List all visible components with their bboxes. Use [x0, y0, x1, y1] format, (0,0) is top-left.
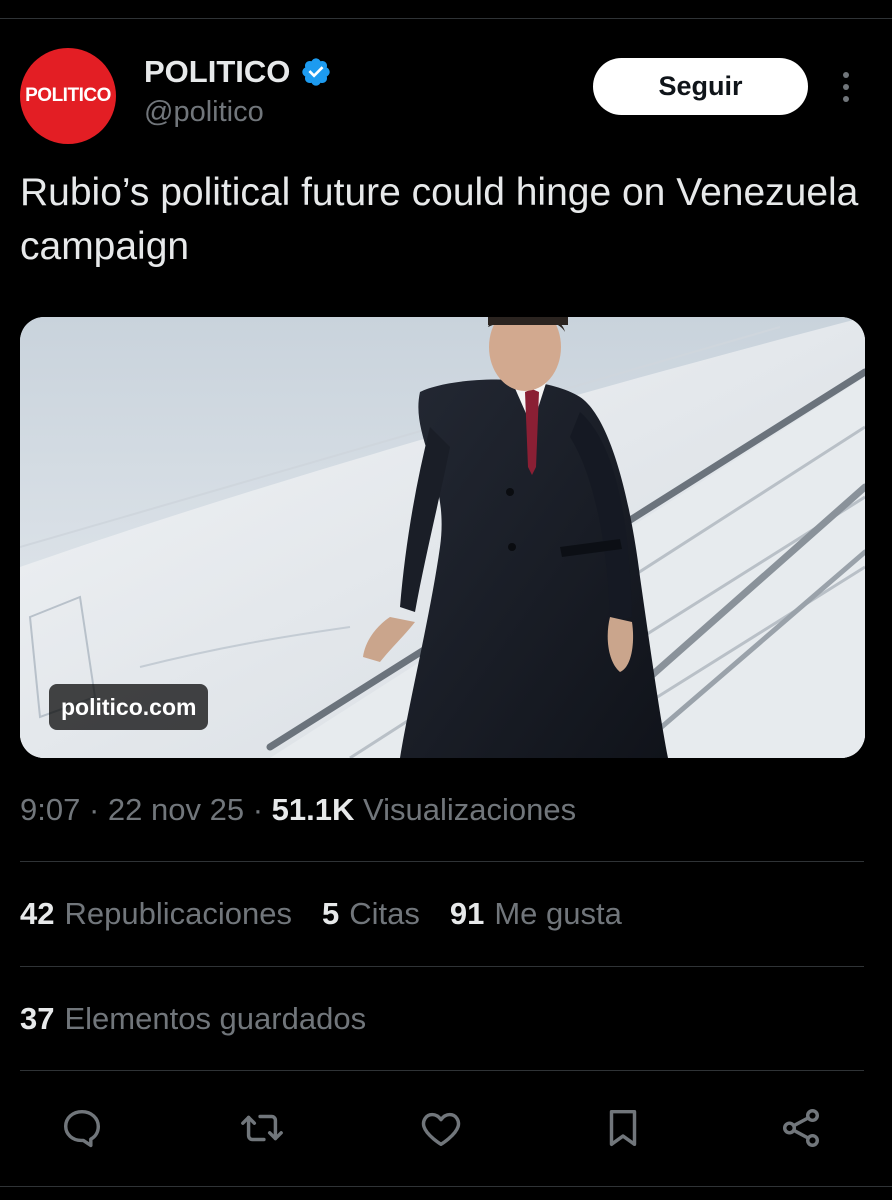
views-count: 51.1K — [271, 792, 355, 827]
reply-icon[interactable] — [58, 1104, 106, 1152]
quotes-label: Citas — [349, 896, 420, 931]
top-divider — [0, 18, 892, 19]
follow-button[interactable]: Seguir — [593, 58, 808, 115]
verified-badge-icon — [300, 56, 332, 88]
divider — [20, 1070, 864, 1071]
tweet-time[interactable]: 9:07 — [20, 792, 80, 827]
bookmark-icon[interactable] — [599, 1104, 647, 1152]
bookmarks-stat[interactable]: 37 Elementos guardados — [20, 1001, 366, 1037]
like-icon[interactable] — [417, 1104, 465, 1152]
divider — [20, 861, 864, 862]
author-display-name[interactable]: POLITICO — [144, 54, 290, 90]
author-handle[interactable]: @politico — [144, 96, 264, 129]
views-label: Visualizaciones — [354, 792, 577, 827]
likes-count: 91 — [449, 896, 485, 931]
tweet-text: Rubio’s political future could hinge on … — [20, 171, 859, 268]
share-icon[interactable] — [777, 1104, 825, 1152]
avatar[interactable]: POLITICO — [20, 48, 116, 144]
likes-stat[interactable]: 91 Me gusta — [450, 896, 622, 932]
reposts-stat[interactable]: 42 Republicaciones — [20, 896, 292, 932]
quotes-count: 5 — [321, 896, 340, 931]
link-card-image[interactable]: politico.com — [20, 317, 865, 758]
tweet-meta: 9:07 · 22 nov 25 · 51.1K Visualizaciones — [20, 792, 576, 828]
more-options-icon[interactable] — [832, 68, 860, 106]
likes-label: Me gusta — [494, 896, 622, 931]
divider — [20, 966, 864, 967]
meta-separator: · — [80, 792, 108, 827]
engagement-stats: 42 Republicaciones 5 Citas 91 Me gusta — [20, 896, 622, 932]
bookmarks-label: Elementos guardados — [64, 1001, 367, 1036]
author-name-row[interactable]: POLITICO — [144, 54, 332, 90]
link-domain-badge: politico.com — [49, 684, 209, 730]
repost-icon[interactable] — [238, 1104, 286, 1152]
bookmarks-count: 37 — [20, 1001, 55, 1036]
quotes-stat[interactable]: 5 Citas — [322, 896, 420, 932]
avatar-logo-text: POLITICO — [25, 85, 111, 106]
reposts-label: Republicaciones — [64, 896, 292, 931]
bottom-divider — [0, 1186, 892, 1187]
tweet-date[interactable]: 22 nov 25 — [108, 792, 244, 827]
meta-separator: · — [244, 792, 272, 827]
tweet-detail: POLITICO POLITICO @politico Seguir Rubio… — [0, 0, 892, 1200]
reposts-count: 42 — [20, 896, 55, 931]
